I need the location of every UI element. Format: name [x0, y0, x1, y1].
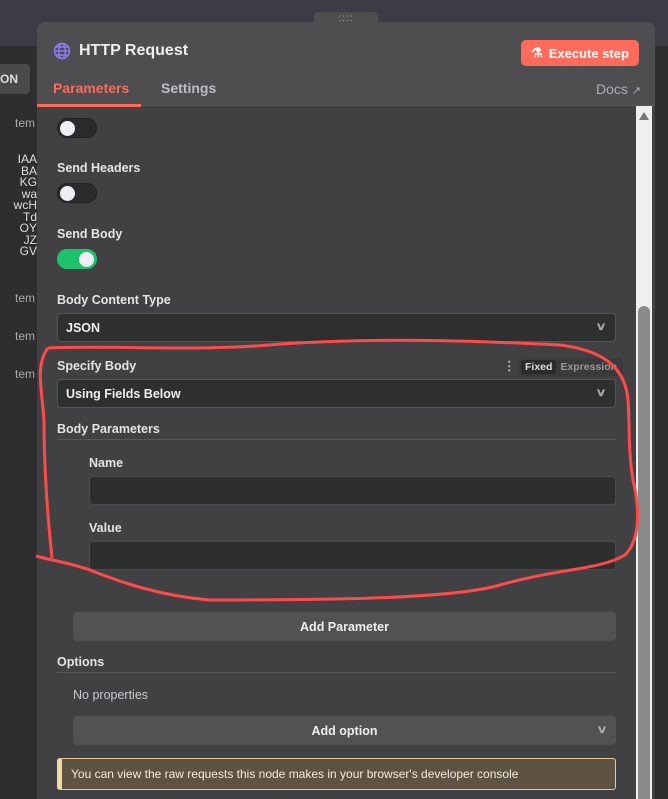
scrollbar[interactable]: [636, 106, 652, 799]
chevron-down-icon: ∨: [595, 387, 607, 399]
name-label: Name: [89, 456, 124, 470]
options-label: Options: [57, 655, 105, 669]
value-label: Value: [89, 521, 122, 535]
scroll-up-icon[interactable]: [639, 112, 649, 120]
docs-link[interactable]: Docs ↗: [596, 81, 641, 97]
output-panel: [655, 46, 668, 799]
body-parameters-label: Body Parameters: [57, 422, 160, 436]
no-properties-text: No properties: [73, 688, 149, 702]
body-content-type-label: Body Content Type: [57, 293, 171, 307]
body-content-type-select[interactable]: JSON ∨: [57, 313, 616, 342]
send-body-label: Send Body: [57, 227, 123, 241]
more-options-icon[interactable]: ⋮: [503, 358, 516, 373]
flask-icon: ⚗: [531, 45, 543, 60]
fixed-expression-toggle[interactable]: Fixed Expression: [519, 358, 624, 376]
mode-expression[interactable]: Expression: [556, 360, 621, 374]
panel-title: HTTP Request: [53, 42, 188, 60]
tab-parameters[interactable]: Parameters: [37, 80, 142, 107]
input-panel: ON tem IAA BA KG wa wcH Td OY JZ GV tem tem tem: [0, 46, 37, 799]
chevron-down-icon: ∨: [596, 724, 608, 736]
scrollbar-thumb[interactable]: [638, 306, 650, 799]
execute-step-button[interactable]: ⚗ Execute step: [521, 40, 639, 66]
item-label: tem: [14, 116, 35, 130]
node-settings-panel: Send Headers Send Body Body Content Type…: [37, 22, 655, 799]
add-parameter-button[interactable]: Add Parameter: [73, 612, 616, 641]
tab-settings[interactable]: Settings: [161, 80, 216, 96]
send-headers-toggle[interactable]: [57, 183, 97, 203]
info-notice: You can view the raw requests this node …: [57, 758, 616, 790]
send-body-toggle[interactable]: [57, 249, 97, 269]
value-input[interactable]: [89, 541, 616, 570]
item-label: tem: [14, 291, 35, 305]
chevron-down-icon: ∨: [595, 321, 607, 333]
divider: [57, 672, 616, 673]
item-label: tem: [14, 329, 35, 343]
send-headers-label: Send Headers: [57, 161, 141, 175]
globe-icon: [53, 42, 71, 60]
name-input[interactable]: [89, 476, 616, 505]
item-label: tem: [14, 367, 35, 381]
specify-body-select[interactable]: Using Fields Below ∨: [57, 379, 616, 408]
add-option-button[interactable]: Add option ∨: [73, 716, 616, 745]
panel-header: HTTP Request ⚗ Execute step Parameters Se…: [37, 22, 655, 107]
external-link-icon: ↗: [631, 85, 641, 97]
mode-fixed[interactable]: Fixed: [521, 360, 557, 374]
code-list: IAA BA KG wa wcH Td OY JZ GV: [13, 152, 37, 258]
json-view-button[interactable]: ON: [0, 64, 30, 94]
specify-body-label: Specify Body: [57, 359, 137, 373]
toggle-unnamed[interactable]: [57, 118, 97, 138]
divider: [57, 439, 616, 440]
